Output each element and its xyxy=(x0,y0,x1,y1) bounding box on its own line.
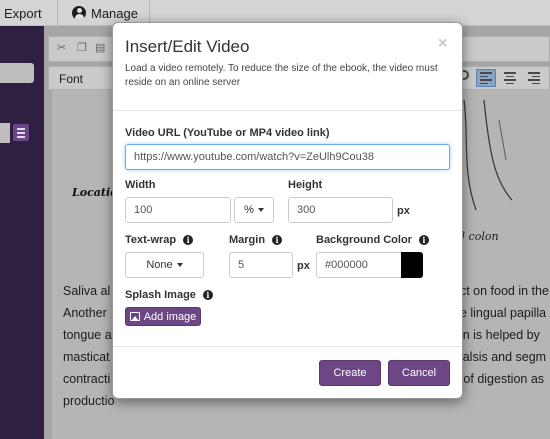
background-color-value: #000000 xyxy=(325,259,368,271)
width-unit-value: % xyxy=(244,204,254,216)
height-value: 300 xyxy=(297,204,316,216)
info-icon[interactable]: i xyxy=(418,235,429,245)
background-color-label-text: Background Color xyxy=(316,234,412,246)
create-button[interactable]: Create xyxy=(319,360,381,386)
background-color-swatch[interactable] xyxy=(401,252,423,278)
margin-input[interactable]: 5 xyxy=(229,252,293,278)
background-color-input[interactable]: #000000 xyxy=(316,252,402,278)
close-icon[interactable]: × xyxy=(438,35,447,53)
info-icon[interactable]: i xyxy=(272,235,283,245)
video-url-input[interactable]: https://www.youtube.com/watch?v=ZeUlh9Co… xyxy=(125,144,450,170)
background-color-label: Background Color i xyxy=(316,234,429,246)
chevron-down-icon xyxy=(257,208,264,212)
create-label: Create xyxy=(333,367,367,379)
text-wrap-select[interactable]: None xyxy=(125,252,204,278)
width-label-text: Width xyxy=(125,179,156,191)
splash-image-label-text: Splash Image xyxy=(125,289,196,301)
dialog-description: Load a video remotely. To reduce the siz… xyxy=(125,63,438,88)
image-icon xyxy=(129,312,140,321)
margin-unit: px xyxy=(297,260,310,272)
margin-label: Margin i xyxy=(229,234,283,246)
width-value: 100 xyxy=(134,204,153,216)
chevron-down-icon xyxy=(176,263,183,267)
height-label-text: Height xyxy=(288,179,323,191)
video-url-label-text: Video URL (YouTube or MP4 video link) xyxy=(125,127,330,139)
text-wrap-value: None xyxy=(146,259,173,271)
add-image-label: Add image xyxy=(143,310,197,323)
height-input[interactable]: 300 xyxy=(288,197,393,223)
width-label: Width xyxy=(125,179,155,191)
width-input[interactable]: 100 xyxy=(125,197,231,223)
splash-image-label: Splash Image i xyxy=(125,289,213,301)
margin-value: 5 xyxy=(238,259,245,271)
cancel-button[interactable]: Cancel xyxy=(388,360,450,386)
video-url-value: https://www.youtube.com/watch?v=ZeUlh9Co… xyxy=(134,151,374,163)
dialog-header: Insert/Edit Video × Load a video remotel… xyxy=(113,23,462,111)
text-wrap-label-text: Text-wrap xyxy=(125,234,177,246)
height-unit: px xyxy=(397,205,410,217)
width-unit-select[interactable]: % xyxy=(234,197,274,223)
margin-label-text: Margin xyxy=(229,234,266,246)
height-label: Height xyxy=(288,179,322,191)
dialog-footer-divider xyxy=(113,346,462,347)
info-icon[interactable]: i xyxy=(202,290,213,300)
video-url-label: Video URL (YouTube or MP4 video link) xyxy=(125,127,330,139)
text-wrap-label: Text-wrap i xyxy=(125,234,194,246)
insert-video-dialog: Insert/Edit Video × Load a video remotel… xyxy=(112,22,463,399)
dialog-title: Insert/Edit Video xyxy=(125,37,250,56)
cancel-label: Cancel xyxy=(401,367,437,379)
info-icon[interactable]: i xyxy=(183,235,194,245)
add-image-button[interactable]: Add image xyxy=(125,307,201,326)
